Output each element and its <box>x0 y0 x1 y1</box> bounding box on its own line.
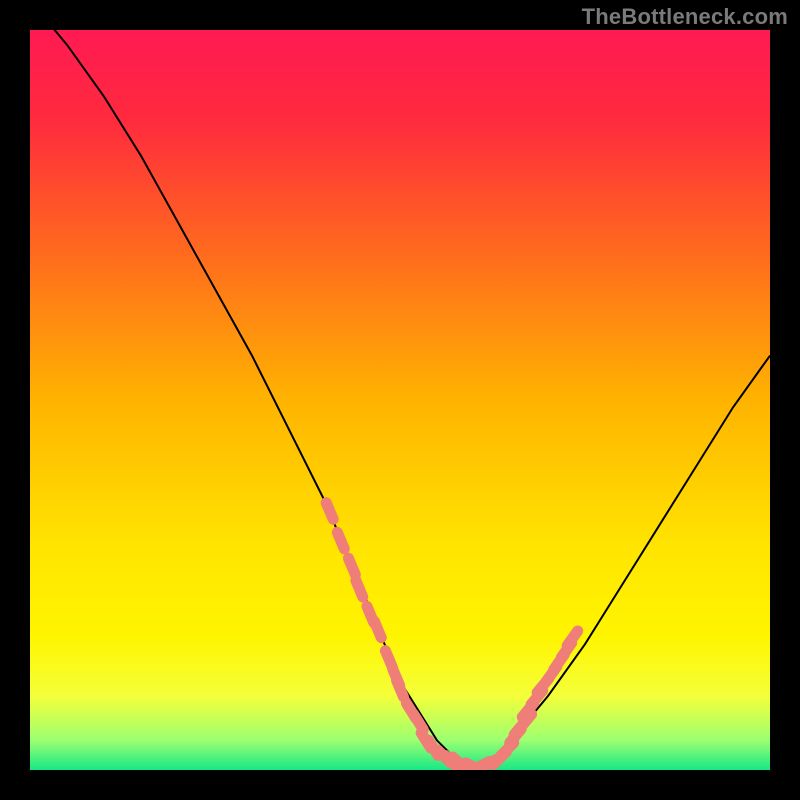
curve-marker <box>374 621 381 638</box>
chart-frame <box>30 30 770 770</box>
watermark-text: TheBottleneck.com <box>582 4 788 30</box>
curve-marker <box>348 558 355 575</box>
curve-marker <box>337 532 344 549</box>
bottleneck-plot <box>30 30 770 770</box>
gradient-background <box>30 30 770 770</box>
curve-marker <box>326 503 333 520</box>
curve-marker <box>397 680 404 697</box>
curve-marker <box>356 580 363 597</box>
